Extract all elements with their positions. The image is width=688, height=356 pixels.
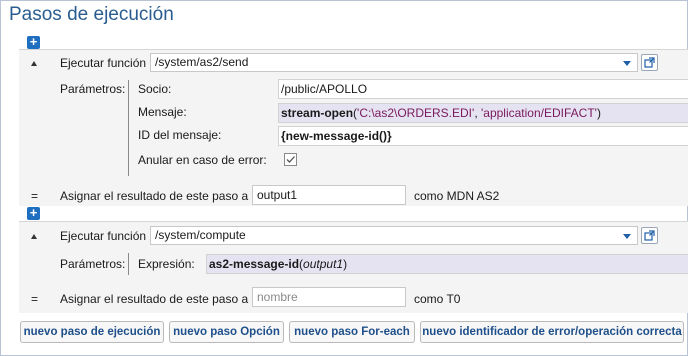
- checkmark-icon: [286, 156, 295, 163]
- collapse-icon[interactable]: [31, 61, 37, 66]
- expression-arg: output1: [303, 257, 344, 271]
- collapse-icon-2[interactable]: [31, 234, 37, 239]
- expression-field[interactable]: as2-message-id(output1): [206, 254, 688, 274]
- dropdown-icon: [623, 61, 631, 66]
- partner-field[interactable]: /public/APOLLO: [278, 79, 688, 99]
- function-select-value-2: /system/compute: [155, 228, 246, 242]
- add-step-plus-icon[interactable]: +: [27, 35, 40, 49]
- assign-result-input-1[interactable]: [252, 185, 406, 205]
- message-field[interactable]: stream-open('C:\as2\ORDERS.EDI', 'applic…: [278, 103, 688, 123]
- message-arg-path: 'C:\as2\ORDERS.EDI': [357, 106, 475, 120]
- step-1-label: Ejecutar función: [60, 56, 147, 70]
- parameters-label: Parámetros:: [60, 82, 126, 96]
- page-title: Pasos de ejecución: [9, 4, 174, 25]
- dropdown-icon-2: [623, 234, 631, 239]
- step-2-label: Ejecutar función: [60, 229, 147, 243]
- new-execution-step-button[interactable]: nuevo paso de ejecución: [20, 321, 164, 343]
- parameters-divider: [128, 80, 129, 176]
- open-link-icon[interactable]: [641, 54, 658, 71]
- expression-close-paren: ): [343, 257, 348, 271]
- parameters-divider-2: [128, 253, 129, 275]
- message-close-paren: ): [596, 106, 601, 120]
- expression-label: Expresión:: [138, 257, 195, 271]
- param-message-id-label: ID del mensaje:: [138, 128, 222, 142]
- message-sep: ,: [474, 106, 481, 120]
- assign-eq-1: =: [31, 189, 39, 203]
- assign-eq-2: =: [31, 292, 39, 306]
- new-error-handler-button[interactable]: nuevo identificador de error/operación c…: [420, 321, 684, 343]
- abort-on-error-checkbox[interactable]: [284, 153, 297, 166]
- param-abort-label: Anular en caso de error:: [138, 153, 267, 167]
- assign-label-1: Asignar el resultado de este paso a: [60, 189, 249, 203]
- partner-value: /public/APOLLO: [281, 82, 368, 96]
- message-id-value: {new-message-id()}: [281, 129, 392, 143]
- new-option-step-button[interactable]: nuevo paso Opción: [169, 321, 284, 343]
- message-arg-type: 'application/EDIFACT': [480, 106, 597, 120]
- parameters-label-2: Parámetros:: [60, 257, 126, 271]
- new-foreach-step-button[interactable]: nuevo paso For-each: [289, 321, 415, 343]
- add-step-plus-icon-2[interactable]: +: [27, 206, 40, 220]
- assign-suffix-1: como MDN AS2: [414, 189, 500, 203]
- message-id-field[interactable]: {new-message-id()}: [278, 126, 688, 146]
- assign-suffix-2: como T0: [414, 292, 461, 306]
- function-select-2[interactable]: /system/compute: [150, 226, 638, 245]
- expression-fn: as2-message-id: [209, 257, 300, 271]
- param-message-label: Mensaje:: [138, 105, 187, 119]
- message-fn: stream-open: [281, 106, 354, 120]
- function-select-value: /system/as2/send: [155, 55, 249, 69]
- open-link-icon-2[interactable]: [641, 227, 658, 244]
- param-partner-label: Socio:: [138, 82, 172, 96]
- assign-result-input-2[interactable]: [252, 287, 406, 307]
- assign-label-2: Asignar el resultado de este paso a: [60, 292, 249, 306]
- function-select[interactable]: /system/as2/send: [150, 53, 638, 72]
